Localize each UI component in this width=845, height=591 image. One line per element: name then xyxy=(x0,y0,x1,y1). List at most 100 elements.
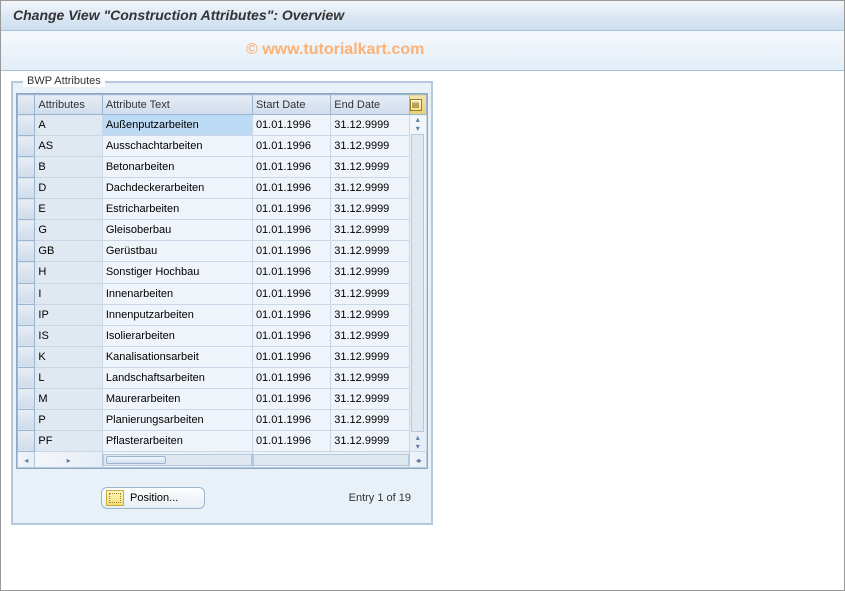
cell-end-date[interactable]: 31.12.9999 xyxy=(331,262,409,283)
cell-start-date[interactable]: 01.01.1996 xyxy=(252,115,330,136)
cell-attribute[interactable]: A xyxy=(35,115,102,136)
col-header-start[interactable]: Start Date xyxy=(252,95,330,115)
cell-attribute[interactable]: E xyxy=(35,199,102,220)
cell-start-date[interactable]: 01.01.1996 xyxy=(252,199,330,220)
cell-start-date[interactable]: 01.01.1996 xyxy=(252,136,330,157)
cell-attribute[interactable]: K xyxy=(35,346,102,367)
cell-end-date[interactable]: 31.12.9999 xyxy=(331,346,409,367)
cell-attribute[interactable]: G xyxy=(35,220,102,241)
cell-start-date[interactable]: 01.01.1996 xyxy=(252,283,330,304)
cell-attribute[interactable]: D xyxy=(35,178,102,199)
row-selector[interactable] xyxy=(18,325,35,346)
cell-end-date[interactable]: 31.12.9999 xyxy=(331,220,409,241)
cell-attribute[interactable]: P xyxy=(35,409,102,430)
col-header-attributes[interactable]: Attributes xyxy=(35,95,102,115)
cell-attribute[interactable]: L xyxy=(35,367,102,388)
row-selector[interactable] xyxy=(18,241,35,262)
cell-start-date[interactable]: 01.01.1996 xyxy=(252,157,330,178)
h-scroll-left-far[interactable]: ◂ xyxy=(18,452,35,468)
cell-end-date[interactable]: 31.12.9999 xyxy=(331,199,409,220)
cell-end-date[interactable]: 31.12.9999 xyxy=(331,367,409,388)
row-selector[interactable] xyxy=(18,367,35,388)
scroll-down-icon[interactable]: ▾ xyxy=(416,124,420,133)
cell-attribute-text[interactable]: Gerüstbau xyxy=(102,241,252,262)
cell-start-date[interactable]: 01.01.1996 xyxy=(252,346,330,367)
h-scroll-right[interactable]: ◂▸ xyxy=(409,452,426,468)
cell-attribute-text[interactable]: Innenputzarbeiten xyxy=(102,304,252,325)
cell-end-date[interactable]: 31.12.9999 xyxy=(331,409,409,430)
cell-attribute[interactable]: M xyxy=(35,388,102,409)
scroll-up-icon[interactable]: ▴ xyxy=(416,433,420,442)
cell-start-date[interactable]: 01.01.1996 xyxy=(252,262,330,283)
cell-start-date[interactable]: 01.01.1996 xyxy=(252,409,330,430)
cell-attribute-text[interactable]: Sonstiger Hochbau xyxy=(102,262,252,283)
cell-end-date[interactable]: 31.12.9999 xyxy=(331,430,409,451)
v-scrollbar[interactable]: ▴▾▴▾ xyxy=(409,115,426,452)
table-settings-button[interactable]: ▤ xyxy=(409,95,426,115)
cell-start-date[interactable]: 01.01.1996 xyxy=(252,220,330,241)
cell-attribute-text[interactable]: Dachdeckerarbeiten xyxy=(102,178,252,199)
row-selector[interactable] xyxy=(18,409,35,430)
table-row: KKanalisationsarbeit01.01.199631.12.9999 xyxy=(18,346,427,367)
cell-attribute[interactable]: B xyxy=(35,157,102,178)
row-selector[interactable] xyxy=(18,283,35,304)
v-scroll-track[interactable] xyxy=(411,134,424,432)
scroll-up-icon[interactable]: ▴ xyxy=(416,115,420,124)
cell-attribute-text[interactable]: Isolierarbeiten xyxy=(102,325,252,346)
cell-start-date[interactable]: 01.01.1996 xyxy=(252,304,330,325)
cell-end-date[interactable]: 31.12.9999 xyxy=(331,136,409,157)
cell-attribute[interactable]: H xyxy=(35,262,102,283)
cell-end-date[interactable]: 31.12.9999 xyxy=(331,157,409,178)
cell-end-date[interactable]: 31.12.9999 xyxy=(331,304,409,325)
row-selector[interactable] xyxy=(18,388,35,409)
row-selector[interactable] xyxy=(18,178,35,199)
row-selector[interactable] xyxy=(18,346,35,367)
col-header-text[interactable]: Attribute Text xyxy=(102,95,252,115)
cell-attribute-text[interactable]: Kanalisationsarbeit xyxy=(102,346,252,367)
h-scroll-track-right[interactable] xyxy=(252,452,409,468)
h-scroll-thumb[interactable] xyxy=(106,456,166,464)
col-header-end[interactable]: End Date xyxy=(331,95,409,115)
cell-attribute[interactable]: I xyxy=(35,283,102,304)
cell-end-date[interactable]: 31.12.9999 xyxy=(331,325,409,346)
cell-start-date[interactable]: 01.01.1996 xyxy=(252,367,330,388)
cell-attribute-text[interactable]: Außenputzarbeiten xyxy=(102,115,252,136)
cell-attribute-text[interactable]: Planierungsarbeiten xyxy=(102,409,252,430)
cell-attribute[interactable]: IS xyxy=(35,325,102,346)
cell-attribute[interactable]: IP xyxy=(35,304,102,325)
cell-attribute-text[interactable]: Innenarbeiten xyxy=(102,283,252,304)
row-selector[interactable] xyxy=(18,262,35,283)
row-selector[interactable] xyxy=(18,157,35,178)
cell-end-date[interactable]: 31.12.9999 xyxy=(331,388,409,409)
cell-end-date[interactable]: 31.12.9999 xyxy=(331,178,409,199)
h-scroll-left[interactable]: ▸ xyxy=(35,452,102,468)
cell-end-date[interactable]: 31.12.9999 xyxy=(331,241,409,262)
cell-attribute-text[interactable]: Estricharbeiten xyxy=(102,199,252,220)
cell-attribute-text[interactable]: Maurerarbeiten xyxy=(102,388,252,409)
cell-attribute[interactable]: AS xyxy=(35,136,102,157)
row-selector[interactable] xyxy=(18,430,35,451)
row-selector[interactable] xyxy=(18,220,35,241)
cell-attribute-text[interactable]: Pflasterarbeiten xyxy=(102,430,252,451)
cell-start-date[interactable]: 01.01.1996 xyxy=(252,178,330,199)
row-selector[interactable] xyxy=(18,304,35,325)
cell-start-date[interactable]: 01.01.1996 xyxy=(252,241,330,262)
cell-start-date[interactable]: 01.01.1996 xyxy=(252,325,330,346)
h-scroll-track-left[interactable] xyxy=(102,452,252,468)
cell-start-date[interactable]: 01.01.1996 xyxy=(252,388,330,409)
position-button[interactable]: Position... xyxy=(101,487,205,509)
row-selector[interactable] xyxy=(18,136,35,157)
cell-attribute[interactable]: GB xyxy=(35,241,102,262)
select-all-header[interactable] xyxy=(18,95,35,115)
cell-end-date[interactable]: 31.12.9999 xyxy=(331,115,409,136)
cell-attribute[interactable]: PF xyxy=(35,430,102,451)
cell-attribute-text[interactable]: Gleisoberbau xyxy=(102,220,252,241)
cell-attribute-text[interactable]: Betonarbeiten xyxy=(102,157,252,178)
cell-attribute-text[interactable]: Ausschachtarbeiten xyxy=(102,136,252,157)
cell-attribute-text[interactable]: Landschaftsarbeiten xyxy=(102,367,252,388)
cell-end-date[interactable]: 31.12.9999 xyxy=(331,283,409,304)
row-selector[interactable] xyxy=(18,199,35,220)
cell-start-date[interactable]: 01.01.1996 xyxy=(252,430,330,451)
row-selector[interactable] xyxy=(18,115,35,136)
scroll-down-icon[interactable]: ▾ xyxy=(416,442,420,451)
